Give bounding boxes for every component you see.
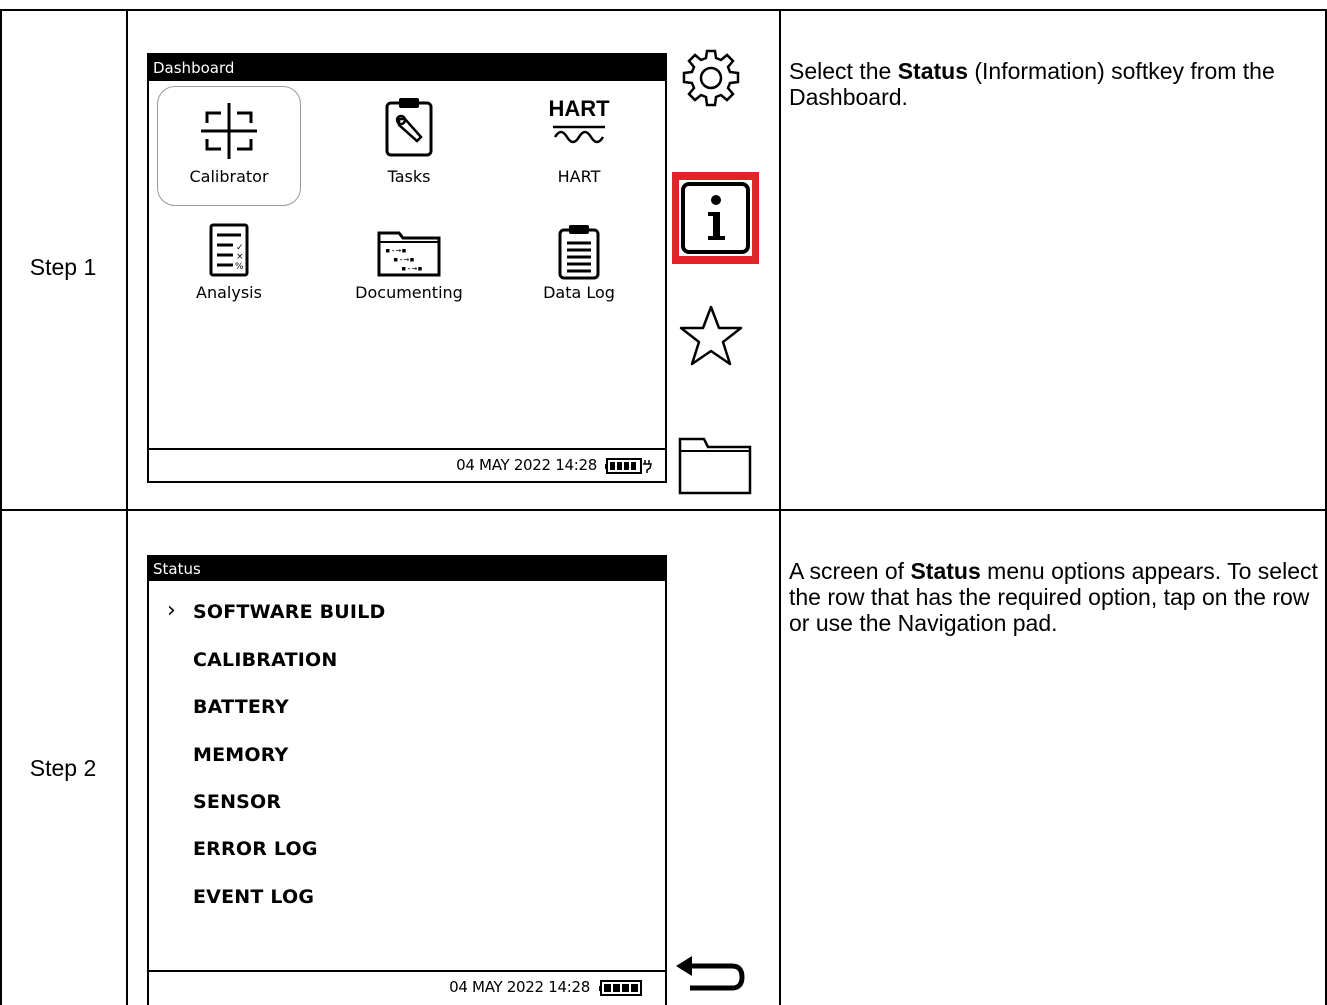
settings-gear-icon[interactable] <box>680 47 742 109</box>
svg-text:%: % <box>235 262 244 272</box>
selection-cursor-icon: › <box>167 598 176 623</box>
status-bar: 04 MAY 2022 14:28 <box>149 448 665 481</box>
description-bold: Status <box>897 58 968 84</box>
app-tasks[interactable]: Tasks <box>339 95 479 195</box>
app-label: Calibrator <box>189 167 269 186</box>
folder-icon[interactable] <box>678 435 752 495</box>
app-analysis[interactable]: ✓ × % Analysis <box>159 223 299 323</box>
table-col-divider-2 <box>779 9 781 1005</box>
hart-icon: HART <box>509 97 649 145</box>
calibrator-icon <box>201 103 257 159</box>
table-col-divider-1 <box>126 9 128 1005</box>
menu-item-sensor[interactable]: SENSOR <box>193 791 281 813</box>
app-documenting[interactable]: ▪-→▪ ▪-→▪ ▪-→▪ Documenting <box>339 223 479 323</box>
table-border-left <box>0 9 2 1005</box>
back-arrow-icon[interactable] <box>674 956 746 998</box>
favorites-star-icon[interactable] <box>679 304 743 368</box>
menu-item-error-log[interactable]: ERROR LOG <box>193 838 318 860</box>
battery-full-icon <box>599 980 642 996</box>
analysis-icon: ✓ × % <box>209 223 249 277</box>
documenting-icon: ▪-→▪ ▪-→▪ ▪-→▪ <box>377 231 441 277</box>
app-label: Documenting <box>355 283 463 302</box>
menu-item-calibration[interactable]: CALIBRATION <box>193 649 337 671</box>
status-screen: Status › SOFTWARE BUILD CALIBRATION BATT… <box>147 555 667 1005</box>
screen-title: Status <box>149 557 665 581</box>
instruction-table: Step 1 Dashboard Calibrator Tasks HART H… <box>0 0 1327 1005</box>
description-text: Select the <box>789 58 898 84</box>
status-bar: 04 MAY 2022 14:28 <box>149 970 665 1005</box>
table-border-top <box>0 9 1327 11</box>
description-text: A screen of <box>789 558 911 584</box>
menu-item-software-build[interactable]: SOFTWARE BUILD <box>193 601 385 623</box>
step-1-description: Select the Status (Information) softkey … <box>789 58 1319 110</box>
menu-item-battery[interactable]: BATTERY <box>193 696 289 718</box>
app-label: Analysis <box>196 283 262 302</box>
hart-icon-text: HART <box>548 96 610 121</box>
app-label: Tasks <box>387 167 431 186</box>
step-2-description: A screen of Status menu options appears.… <box>789 558 1319 636</box>
battery-charging-icon <box>605 458 652 474</box>
step-1-label: Step 1 <box>29 254 97 280</box>
data-log-icon <box>558 225 600 280</box>
app-calibrator[interactable]: Calibrator <box>159 95 299 195</box>
tasks-icon <box>385 98 433 157</box>
menu-item-event-log[interactable]: EVENT LOG <box>193 886 314 908</box>
app-data-log[interactable]: Data Log <box>509 223 649 323</box>
app-label: HART <box>557 167 601 186</box>
description-bold: Status <box>910 558 981 584</box>
datetime: 04 MAY 2022 14:28 <box>456 456 597 474</box>
dashboard-screen: Dashboard Calibrator Tasks HART HART ✓ ×… <box>147 53 667 483</box>
svg-text:▪-→▪: ▪-→▪ <box>401 264 423 274</box>
screen-title: Dashboard <box>149 55 665 81</box>
app-label: Data Log <box>543 283 615 302</box>
info-icon[interactable] <box>679 180 752 256</box>
menu-item-memory[interactable]: MEMORY <box>193 744 289 766</box>
table-row-divider <box>0 509 1327 511</box>
datetime: 04 MAY 2022 14:28 <box>449 978 590 996</box>
step-2-label: Step 2 <box>29 755 97 781</box>
app-hart[interactable]: HART HART <box>509 95 649 195</box>
svg-text:×: × <box>236 252 244 262</box>
